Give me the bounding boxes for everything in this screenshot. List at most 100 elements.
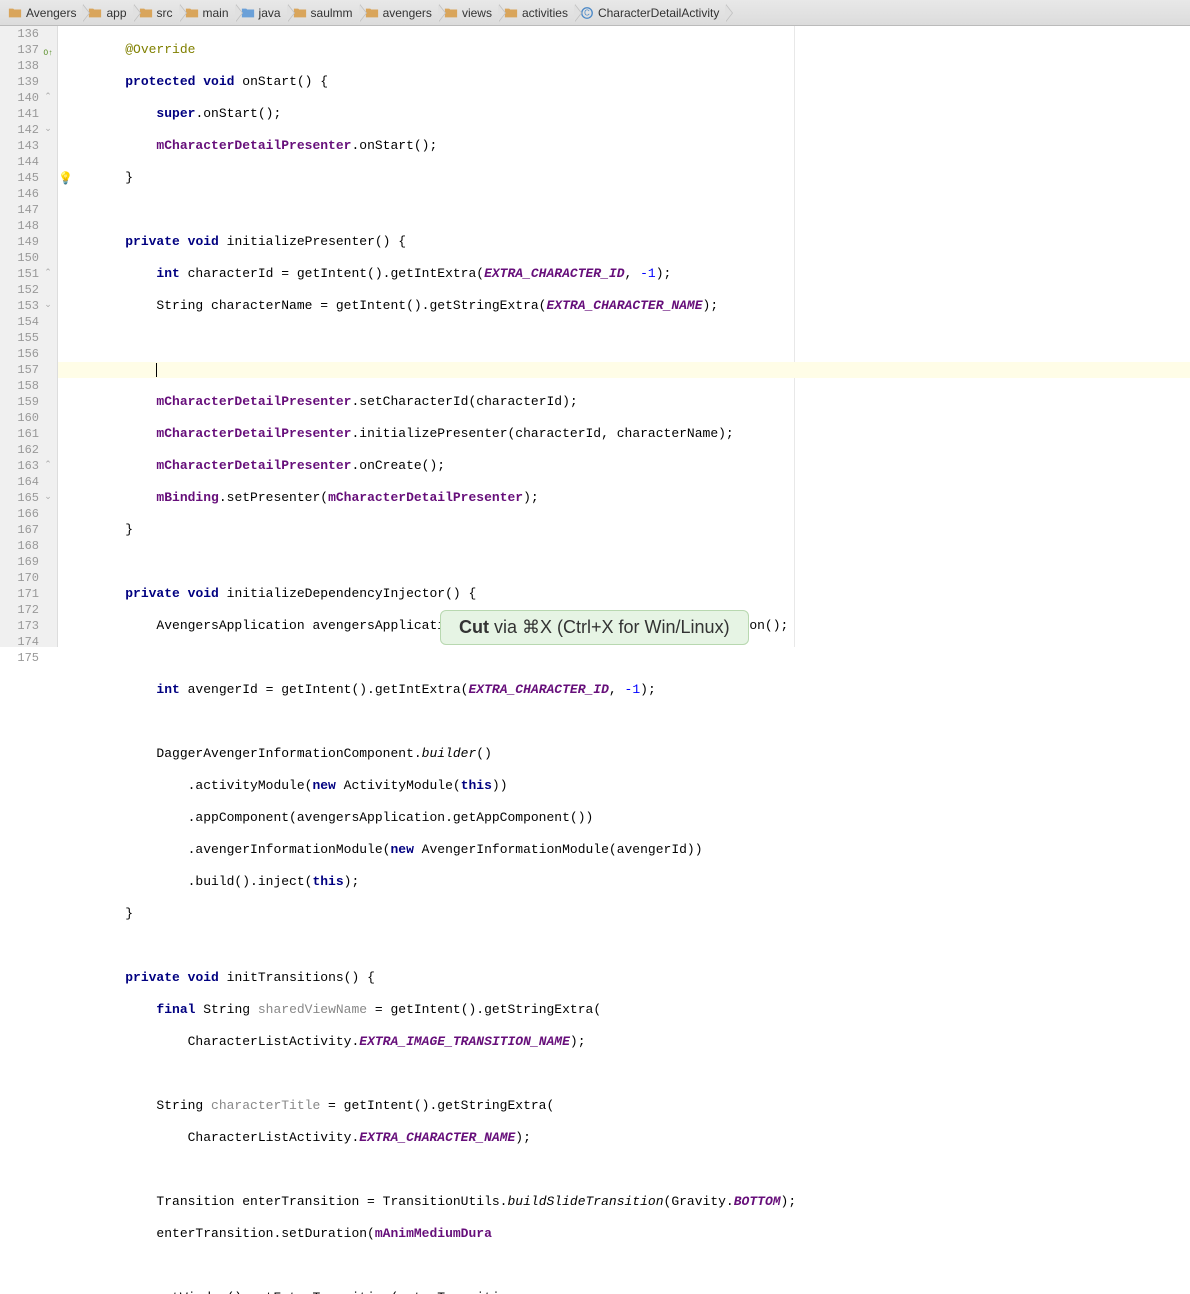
line-number[interactable]: 163⌃ [0, 458, 39, 474]
code-line[interactable]: } [94, 170, 1190, 186]
line-number[interactable]: 142⌄ [0, 122, 39, 138]
breadcrumb-class[interactable]: C CharacterDetailActivity [576, 0, 727, 25]
line-number[interactable]: 159 [0, 394, 39, 410]
code-line[interactable]: .appComponent(avengersApplication.getApp… [94, 810, 1190, 826]
code-line[interactable]: .avengerInformationModule(new AvengerInf… [94, 842, 1190, 858]
line-number[interactable]: 143 [0, 138, 39, 154]
line-number[interactable]: 152 [0, 282, 39, 298]
code-area[interactable]: @Override protected void onStart() { sup… [58, 26, 1190, 647]
code-line[interactable]: DaggerAvengerInformationComponent.builde… [94, 746, 1190, 762]
code-line[interactable]: private void initTransitions() { [94, 970, 1190, 986]
line-number[interactable]: 165⌄ [0, 490, 39, 506]
line-number[interactable]: 157 [0, 362, 39, 378]
line-number[interactable]: 154 [0, 314, 39, 330]
code-line[interactable]: @Override [94, 42, 1190, 58]
line-number[interactable]: 162 [0, 442, 39, 458]
editor-pane[interactable]: 136 137O↑ 138 139 140⌃ 141 142⌄ 143 144 … [0, 26, 1190, 647]
line-number[interactable]: 158 [0, 378, 39, 394]
breadcrumb-src[interactable]: src [135, 0, 181, 25]
breadcrumb-saulmm[interactable]: saulmm [289, 0, 361, 25]
code-line[interactable] [94, 1258, 1190, 1274]
line-number[interactable]: 141 [0, 106, 39, 122]
code-line[interactable]: .build().inject(this); [94, 874, 1190, 890]
line-number[interactable]: 153⌄ [0, 298, 39, 314]
line-number[interactable]: 137O↑ [0, 42, 39, 58]
fold-start-icon[interactable]: ⌄ [43, 300, 53, 310]
code-line[interactable] [94, 202, 1190, 218]
line-number[interactable]: 144 [0, 154, 39, 170]
code-line[interactable]: enterTransition.setDuration(mAnimMediumD… [94, 1226, 1190, 1242]
line-number[interactable]: 147 [0, 202, 39, 218]
code-line[interactable]: } [94, 906, 1190, 922]
override-marker-icon[interactable]: O↑ [43, 46, 53, 62]
code-line[interactable]: mCharacterDetailPresenter.setCharacterId… [94, 394, 1190, 410]
line-number[interactable]: 148 [0, 218, 39, 234]
code-line[interactable]: Transition enterTransition = TransitionU… [94, 1194, 1190, 1210]
fold-start-icon[interactable]: ⌄ [43, 492, 53, 502]
code-line[interactable]: mCharacterDetailPresenter.initializePres… [94, 426, 1190, 442]
breadcrumb-java[interactable]: java [237, 0, 289, 25]
line-number[interactable]: 169 [0, 554, 39, 570]
breadcrumb-app[interactable]: app [84, 0, 134, 25]
fold-end-icon[interactable]: ⌃ [43, 268, 53, 278]
line-number[interactable]: 166 [0, 506, 39, 522]
line-number[interactable]: 167 [0, 522, 39, 538]
line-number[interactable]: 155 [0, 330, 39, 346]
code-line[interactable]: String characterTitle = getIntent().getS… [94, 1098, 1190, 1114]
code-line[interactable]: String characterName = getIntent().getSt… [94, 298, 1190, 314]
code-line-current[interactable] [58, 362, 1190, 378]
code-line[interactable]: } [94, 522, 1190, 538]
line-number[interactable]: 145💡 [0, 170, 39, 186]
line-number[interactable]: 173 [0, 618, 39, 634]
line-number[interactable]: 164 [0, 474, 39, 490]
line-number[interactable]: 150 [0, 250, 39, 266]
code-line[interactable] [94, 1162, 1190, 1178]
line-number[interactable]: 136 [0, 26, 39, 42]
code-line[interactable]: private void initializePresenter() { [94, 234, 1190, 250]
code-line[interactable]: CharacterListActivity.EXTRA_CHARACTER_NA… [94, 1130, 1190, 1146]
line-number[interactable]: 174 [0, 634, 39, 650]
code-line[interactable]: int characterId = getIntent().getIntExtr… [94, 266, 1190, 282]
line-number[interactable]: 170 [0, 570, 39, 586]
line-number[interactable]: 156 [0, 346, 39, 362]
code-line[interactable]: mCharacterDetailPresenter.onCreate(); [94, 458, 1190, 474]
code-line[interactable]: private void initializeDependencyInjecto… [94, 586, 1190, 602]
code-line[interactable] [94, 938, 1190, 954]
fold-start-icon[interactable]: ⌄ [43, 124, 53, 134]
code-line[interactable]: protected void onStart() { [94, 74, 1190, 90]
code-line[interactable]: mCharacterDetailPresenter.onStart(); [94, 138, 1190, 154]
line-number[interactable]: 151⌃ [0, 266, 39, 282]
code-line[interactable]: CharacterListActivity.EXTRA_IMAGE_TRANSI… [94, 1034, 1190, 1050]
line-number[interactable]: 138 [0, 58, 39, 74]
fold-end-icon[interactable]: ⌃ [43, 460, 53, 470]
line-number[interactable]: 175 [0, 650, 39, 666]
code-line[interactable] [94, 714, 1190, 730]
line-number[interactable]: 139 [0, 74, 39, 90]
code-line[interactable] [94, 650, 1190, 666]
breadcrumb-main[interactable]: main [181, 0, 237, 25]
breadcrumb-activities[interactable]: activities [500, 0, 576, 25]
code-line[interactable]: getWindow().setEnterTransition(enterTran… [94, 1290, 1190, 1294]
line-number[interactable]: 160 [0, 410, 39, 426]
tooltip-shortcut: via ⌘X (Ctrl+X for Win/Linux) [489, 617, 730, 637]
breadcrumb-avengers[interactable]: Avengers [4, 0, 84, 25]
line-number[interactable]: 168 [0, 538, 39, 554]
code-line[interactable] [94, 554, 1190, 570]
line-number[interactable]: 146 [0, 186, 39, 202]
breadcrumb-views[interactable]: views [440, 0, 500, 25]
line-number-gutter[interactable]: 136 137O↑ 138 139 140⌃ 141 142⌄ 143 144 … [0, 26, 58, 647]
line-number[interactable]: 172 [0, 602, 39, 618]
code-line[interactable] [94, 1066, 1190, 1082]
code-line[interactable] [94, 330, 1190, 346]
line-number[interactable]: 149 [0, 234, 39, 250]
code-line[interactable]: int avengerId = getIntent().getIntExtra(… [94, 682, 1190, 698]
line-number[interactable]: 171 [0, 586, 39, 602]
fold-end-icon[interactable]: ⌃ [43, 92, 53, 102]
line-number[interactable]: 161 [0, 426, 39, 442]
code-line[interactable]: .activityModule(new ActivityModule(this)… [94, 778, 1190, 794]
code-line[interactable]: super.onStart(); [94, 106, 1190, 122]
line-number[interactable]: 140⌃ [0, 90, 39, 106]
code-line[interactable]: final String sharedViewName = getIntent(… [94, 1002, 1190, 1018]
breadcrumb-avengers-pkg[interactable]: avengers [361, 0, 440, 25]
code-line[interactable]: mBinding.setPresenter(mCharacterDetailPr… [94, 490, 1190, 506]
